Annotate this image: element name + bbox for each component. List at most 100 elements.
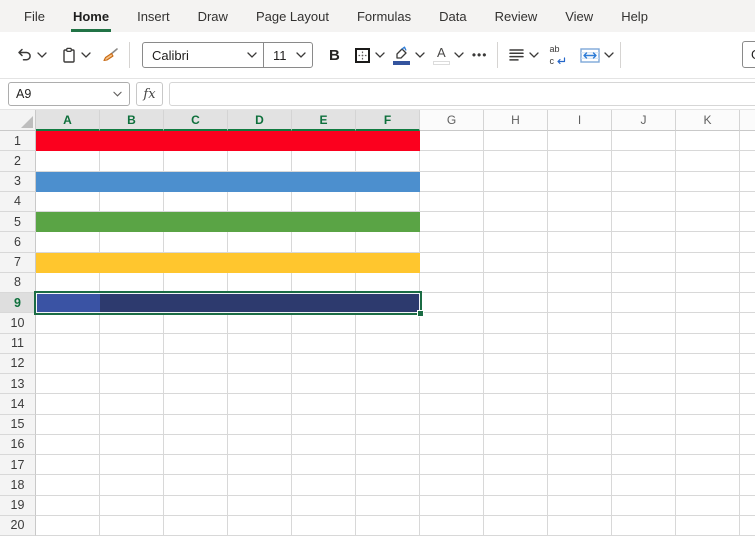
cell-D19[interactable] [228, 496, 292, 516]
cell-F10[interactable] [356, 313, 420, 333]
cell-C10[interactable] [164, 313, 228, 333]
column-header-partial[interactable] [740, 110, 755, 131]
cell-I8[interactable] [548, 273, 612, 293]
cell-G11[interactable] [420, 334, 484, 354]
cell-B13[interactable] [100, 374, 164, 394]
cell-C8[interactable] [164, 273, 228, 293]
column-header-K[interactable]: K [676, 110, 740, 131]
cell-E6[interactable] [292, 232, 356, 252]
row-header-2[interactable]: 2 [0, 151, 36, 171]
cell-J15[interactable] [612, 415, 676, 435]
cell-K17[interactable] [676, 455, 740, 475]
column-header-J[interactable]: J [612, 110, 676, 131]
cell-A6[interactable] [36, 232, 100, 252]
cell-I5[interactable] [548, 212, 612, 232]
cell-D20[interactable] [228, 516, 292, 536]
cell-G20[interactable] [420, 516, 484, 536]
cell-B20[interactable] [100, 516, 164, 536]
format-painter-button[interactable] [101, 47, 119, 63]
cell-K19[interactable] [676, 496, 740, 516]
cell-J9[interactable] [612, 293, 676, 313]
cell-partial-20[interactable] [740, 516, 755, 536]
cell-C9[interactable] [164, 293, 228, 313]
row-header-13[interactable]: 13 [0, 374, 36, 394]
cell-I16[interactable] [548, 435, 612, 455]
cell-K8[interactable] [676, 273, 740, 293]
cell-D12[interactable] [228, 354, 292, 374]
cell-F2[interactable] [356, 151, 420, 171]
cell-D13[interactable] [228, 374, 292, 394]
cell-G13[interactable] [420, 374, 484, 394]
cell-D17[interactable] [228, 455, 292, 475]
cell-partial-9[interactable] [740, 293, 755, 313]
cell-F12[interactable] [356, 354, 420, 374]
cell-F13[interactable] [356, 374, 420, 394]
cell-H17[interactable] [484, 455, 548, 475]
cell-J19[interactable] [612, 496, 676, 516]
cell-H10[interactable] [484, 313, 548, 333]
cell-partial-11[interactable] [740, 334, 755, 354]
cell-J13[interactable] [612, 374, 676, 394]
cell-A1[interactable] [36, 131, 100, 151]
cell-A17[interactable] [36, 455, 100, 475]
cell-K16[interactable] [676, 435, 740, 455]
row-header-18[interactable]: 18 [0, 475, 36, 495]
cell-C5[interactable] [164, 212, 228, 232]
cell-E11[interactable] [292, 334, 356, 354]
cell-D1[interactable] [228, 131, 292, 151]
cell-F1[interactable] [356, 131, 420, 151]
merge-cells-button[interactable] [580, 48, 614, 63]
cell-H8[interactable] [484, 273, 548, 293]
cell-A3[interactable] [36, 172, 100, 192]
cell-A16[interactable] [36, 435, 100, 455]
row-header-15[interactable]: 15 [0, 415, 36, 435]
cell-H20[interactable] [484, 516, 548, 536]
fill-color-button[interactable] [393, 46, 425, 65]
cell-K20[interactable] [676, 516, 740, 536]
row-header-14[interactable]: 14 [0, 394, 36, 414]
cell-G18[interactable] [420, 475, 484, 495]
cell-E13[interactable] [292, 374, 356, 394]
cell-F15[interactable] [356, 415, 420, 435]
cell-F3[interactable] [356, 172, 420, 192]
cell-A20[interactable] [36, 516, 100, 536]
column-header-D[interactable]: D [228, 110, 292, 131]
cell-K12[interactable] [676, 354, 740, 374]
menu-tab-data[interactable]: Data [425, 0, 480, 32]
cell-partial-2[interactable] [740, 151, 755, 171]
cell-H1[interactable] [484, 131, 548, 151]
cell-J5[interactable] [612, 212, 676, 232]
cell-E17[interactable] [292, 455, 356, 475]
cell-K11[interactable] [676, 334, 740, 354]
cell-B1[interactable] [100, 131, 164, 151]
cell-I1[interactable] [548, 131, 612, 151]
cell-D6[interactable] [228, 232, 292, 252]
cell-E12[interactable] [292, 354, 356, 374]
cell-G12[interactable] [420, 354, 484, 374]
cell-A11[interactable] [36, 334, 100, 354]
cell-K2[interactable] [676, 151, 740, 171]
cell-K4[interactable] [676, 192, 740, 212]
cell-K3[interactable] [676, 172, 740, 192]
cell-B14[interactable] [100, 394, 164, 414]
cell-A4[interactable] [36, 192, 100, 212]
cell-C18[interactable] [164, 475, 228, 495]
cell-A10[interactable] [36, 313, 100, 333]
row-header-12[interactable]: 12 [0, 354, 36, 374]
cell-H6[interactable] [484, 232, 548, 252]
cell-D11[interactable] [228, 334, 292, 354]
cell-H3[interactable] [484, 172, 548, 192]
align-button[interactable] [508, 48, 539, 62]
borders-button[interactable] [354, 47, 385, 64]
cell-E4[interactable] [292, 192, 356, 212]
cell-H5[interactable] [484, 212, 548, 232]
cell-A15[interactable] [36, 415, 100, 435]
cell-J3[interactable] [612, 172, 676, 192]
cell-A2[interactable] [36, 151, 100, 171]
cell-C7[interactable] [164, 253, 228, 273]
cell-E1[interactable] [292, 131, 356, 151]
cell-H7[interactable] [484, 253, 548, 273]
cell-F8[interactable] [356, 273, 420, 293]
row-header-1[interactable]: 1 [0, 131, 36, 151]
cell-I6[interactable] [548, 232, 612, 252]
